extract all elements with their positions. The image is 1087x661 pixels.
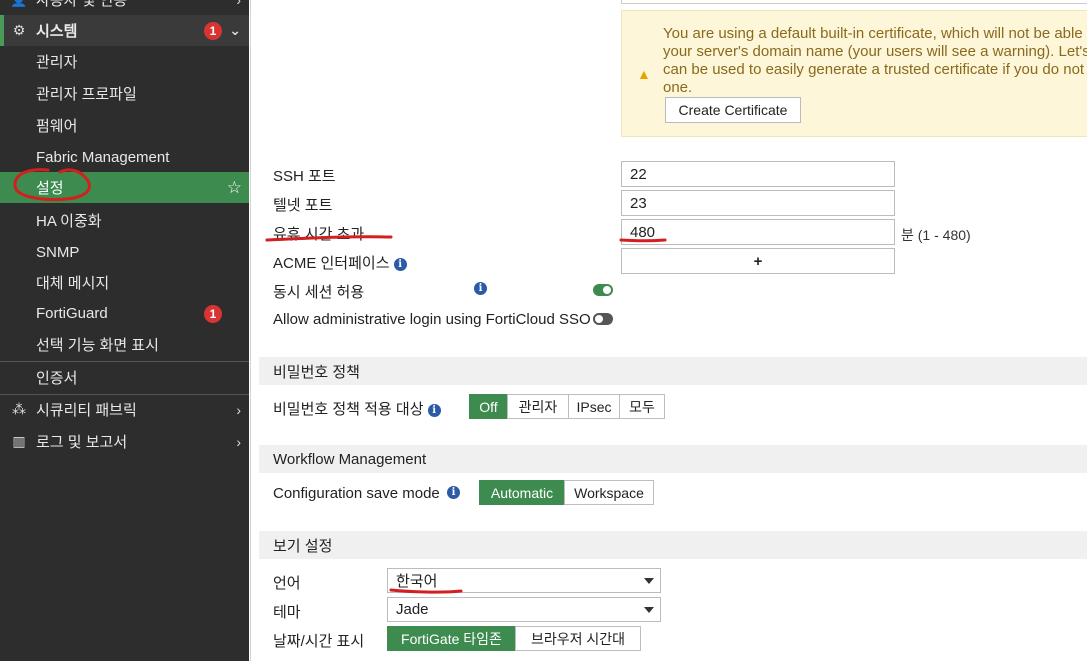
idle-timeout-label: 유휴 시간 초과: [273, 226, 365, 243]
password-policy-header: 비밀번호 정책: [259, 357, 1087, 385]
datetime-display-selector: FortiGate 타임존 브라우저 시간대: [387, 626, 641, 651]
forticloud-sso-label: Allow administrative login using FortiCl…: [273, 311, 591, 328]
telnet-port-input[interactable]: 23: [621, 190, 895, 216]
theme-select[interactable]: Jade: [387, 597, 661, 622]
chevron-right-icon: ›: [236, 401, 241, 418]
ssh-port-input[interactable]: 22: [621, 161, 895, 187]
chevron-down-icon: ⌄: [229, 22, 241, 38]
acme-interface-add-button[interactable]: +: [621, 248, 895, 274]
sidebar: 👤 사용자 및 인증 › ⚙ 시스템 1 ⌄ 관리자 관리자 프로파일 펌웨어 …: [0, 0, 249, 661]
option-admin[interactable]: 관리자: [507, 394, 569, 419]
sidebar-item-administrators[interactable]: 관리자: [0, 46, 249, 77]
forticloud-sso-toggle[interactable]: [593, 313, 613, 325]
info-icon[interactable]: i: [474, 282, 487, 295]
dropdown-caret-icon: [644, 607, 654, 613]
notification-badge: 1: [204, 21, 222, 40]
config-save-mode-selector: Automatic Workspace: [479, 480, 654, 505]
favorite-star-icon[interactable]: ☆: [227, 178, 242, 198]
option-ipsec[interactable]: IPsec: [568, 394, 620, 419]
create-certificate-button[interactable]: Create Certificate: [665, 97, 801, 123]
telnet-port-label: 텔넷 포트: [273, 197, 333, 214]
bar-chart-icon: ▥: [12, 433, 26, 449]
chevron-right-icon: ›: [236, 0, 241, 8]
gear-icon: ⚙: [12, 22, 26, 38]
info-icon[interactable]: i: [393, 257, 407, 271]
settings-panel: ▲ You are using a default built-in certi…: [250, 0, 1087, 661]
sidebar-item-firmware[interactable]: 펌웨어: [0, 110, 249, 141]
sidebar-item-label: SNMP: [36, 244, 80, 261]
sidebar-item-certificates[interactable]: 인증서: [0, 362, 249, 393]
sidebar-item-label: 시스템: [36, 23, 78, 40]
sidebar-item-system[interactable]: ⚙ 시스템 1 ⌄: [0, 15, 249, 46]
sidebar-item-label: 시큐리티 패브릭: [36, 402, 137, 419]
sidebar-item-ha[interactable]: HA 이중화: [0, 205, 249, 236]
datetime-display-label: 날짜/시간 표시: [273, 633, 365, 650]
warning-icon: ▲: [637, 66, 651, 82]
dropdown-caret-icon: [644, 578, 654, 584]
ssh-port-label: SSH 포트: [273, 168, 336, 185]
sidebar-item-label: 선택 기능 화면 표시: [36, 337, 159, 354]
language-label: 언어: [273, 575, 301, 592]
chevron-right-icon: ›: [236, 433, 241, 450]
sidebar-item-replacement-messages[interactable]: 대체 메시지: [0, 267, 249, 298]
sidebar-item-fabric-management[interactable]: Fabric Management: [0, 142, 249, 173]
sidebar-item-label: 사용자 및 인증: [36, 0, 128, 9]
option-browser-timezone[interactable]: 브라우저 시간대: [515, 626, 641, 651]
sidebar-item-fortiguard[interactable]: FortiGuard 1: [0, 298, 249, 329]
config-save-mode-label: Configuration save mode: [273, 485, 440, 502]
option-workspace[interactable]: Workspace: [564, 480, 654, 505]
sidebar-item-label: 인증서: [36, 370, 78, 387]
concurrent-sessions-label: 동시 세션 허용: [273, 284, 365, 301]
option-all[interactable]: 모두: [619, 394, 665, 419]
user-icon: 👤: [10, 0, 28, 8]
sidebar-item-settings[interactable]: 설정 ☆: [0, 172, 249, 203]
view-settings-header: 보기 설정: [259, 531, 1087, 559]
password-policy-target-selector: Off 관리자 IPsec 모두: [469, 394, 665, 419]
sidebar-item-label: 관리자: [36, 54, 78, 71]
sidebar-item-user-auth[interactable]: 👤 사용자 및 인증 ›: [0, 0, 249, 15]
notification-badge: 1: [204, 304, 222, 323]
idle-timeout-hint: 분 (1 - 480): [901, 227, 971, 243]
option-off[interactable]: Off: [469, 394, 508, 419]
idle-timeout-input[interactable]: 480: [621, 219, 895, 245]
concurrent-sessions-toggle[interactable]: [593, 284, 613, 296]
field-remnant: [621, 0, 1087, 4]
language-select[interactable]: 한국어: [387, 568, 661, 593]
sidebar-item-snmp[interactable]: SNMP: [0, 237, 249, 268]
sidebar-item-log-report[interactable]: ▥ 로그 및 보고서 ›: [0, 426, 249, 457]
info-icon[interactable]: i: [447, 486, 460, 499]
certificate-warning-text: You are using a default built-in certifi…: [663, 25, 1087, 96]
sidebar-item-security-fabric[interactable]: ⁂ 시큐리티 패브릭 ›: [0, 394, 249, 425]
theme-label: 테마: [273, 604, 301, 621]
sidebar-item-label: 설정: [36, 180, 64, 197]
workflow-management-header: Workflow Management: [259, 445, 1087, 473]
sidebar-item-admin-profiles[interactable]: 관리자 프로파일: [0, 78, 249, 109]
sidebar-item-label: 관리자 프로파일: [36, 86, 137, 103]
acme-interface-label: ACME 인터페이스 i: [273, 252, 407, 273]
sidebar-item-label: 펌웨어: [36, 118, 78, 135]
sidebar-item-label: 로그 및 보고서: [36, 434, 128, 451]
option-automatic[interactable]: Automatic: [479, 480, 565, 505]
password-policy-target-label: 비밀번호 정책 적용 대상 i: [273, 398, 441, 419]
sidebar-item-label: Fabric Management: [36, 149, 170, 166]
info-icon[interactable]: i: [427, 403, 441, 417]
option-fortigate-timezone[interactable]: FortiGate 타임존: [387, 626, 516, 651]
sidebar-item-label: 대체 메시지: [36, 275, 110, 292]
sidebar-item-label: FortiGuard: [36, 305, 108, 322]
fabric-icon: ⁂: [12, 401, 26, 417]
sidebar-item-feature-visibility[interactable]: 선택 기능 화면 표시: [0, 329, 249, 360]
sidebar-item-label: HA 이중화: [36, 213, 102, 230]
